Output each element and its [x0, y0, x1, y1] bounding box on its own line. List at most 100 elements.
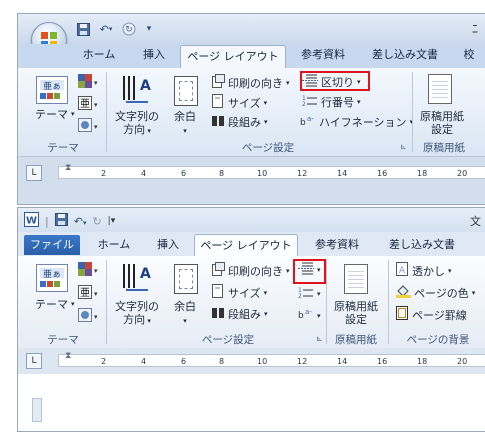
tab-selector[interactable]: L — [26, 165, 42, 181]
tab-insert[interactable]: 挿入 — [130, 44, 178, 66]
orientation-button[interactable]: 印刷の向き ▾ — [212, 74, 290, 91]
tab-home[interactable]: ホーム — [90, 234, 138, 256]
svg-text:亜ぁ: 亜ぁ — [43, 81, 61, 92]
theme-label: テーマ — [35, 108, 68, 121]
theme-colors-icon[interactable]: ▾ — [78, 74, 102, 91]
text-direction-button[interactable]: 文字列の 方向 ▾ — [115, 300, 159, 328]
line-numbers-button[interactable]: 1 2 ▾ — [298, 286, 321, 302]
tab-page-layout[interactable]: ページ レイアウト — [194, 234, 298, 257]
tab-page-layout[interactable]: ページ レイアウト — [180, 45, 286, 68]
group-separator — [106, 260, 107, 344]
watermark-icon: A — [396, 262, 409, 279]
watermark-button[interactable]: A 透かし ▾ — [396, 262, 452, 279]
page-borders-button[interactable]: ページ罫線 — [396, 306, 467, 323]
text-direction-line1: 文字列の — [115, 110, 159, 123]
text-direction-line2: 方向 — [123, 313, 146, 326]
manuscript-button[interactable]: 原稿用紙 設定 — [330, 300, 382, 326]
size-button[interactable]: サイズ ▾ — [212, 284, 267, 301]
ruler-tick: 18 — [417, 357, 428, 366]
margins-button[interactable]: 余白 ▾ — [168, 110, 202, 138]
hyphenation-icon: b a- — [298, 308, 314, 323]
text-direction-button[interactable]: 文字列の 方向 ▾ — [115, 110, 159, 138]
redo-icon[interactable]: ↻ — [92, 215, 101, 228]
ruler-tick: 16 — [377, 357, 388, 366]
word-logo-icon[interactable]: W — [24, 212, 39, 230]
theme-dropdown[interactable]: テーマ ▾ — [35, 106, 75, 122]
ruler-tick: 6 — [181, 169, 187, 178]
tab-review[interactable]: 校 — [454, 44, 484, 66]
ruler-tick: 2 — [101, 169, 107, 178]
hyphenation-button[interactable]: b a- ▾ — [298, 308, 321, 323]
save-icon[interactable] — [54, 213, 68, 229]
svg-text:亜ぁ: 亜ぁ — [43, 269, 61, 280]
size-label: サイズ — [228, 286, 261, 300]
theme-dropdown[interactable]: テーマ ▾ — [35, 296, 75, 312]
size-icon — [212, 284, 225, 301]
customize-qat-icon[interactable]: |▾ — [108, 216, 116, 226]
indent-marker-icon[interactable]: ⧗ — [65, 163, 71, 173]
theme-group-label: テーマ — [47, 334, 79, 346]
undo-icon[interactable]: ↶▾ — [74, 215, 87, 228]
indent-marker-icon[interactable]: ⧗ — [65, 351, 71, 361]
ruler-tick: 8 — [219, 169, 225, 178]
ruler-tick: 4 — [141, 357, 147, 366]
tab-home[interactable]: ホーム — [73, 44, 125, 66]
horizontal-ruler[interactable]: ⧗ 2 4 6 8 10 12 14 16 18 20 — [58, 351, 485, 367]
tab-selector[interactable]: L — [26, 353, 42, 369]
svg-text:▾: ▾ — [94, 101, 98, 109]
margins-button[interactable]: 余白 ▾ — [168, 300, 202, 328]
breaks-highlight — [293, 259, 326, 284]
theme-colors-icon[interactable]: ▾ — [78, 262, 102, 279]
svg-text:▾: ▾ — [94, 267, 98, 275]
ruler-tick: 14 — [337, 357, 348, 366]
customize-qat-icon[interactable]: ▾ — [142, 22, 156, 36]
tab-references[interactable]: 参考資料 — [304, 234, 370, 256]
page-color-button[interactable]: ページの色 ▾ — [396, 284, 475, 301]
theme-fonts-icon[interactable]: 亜 ▾ — [78, 96, 102, 113]
svg-text:2: 2 — [302, 101, 306, 107]
tab-references[interactable]: 参考資料 — [290, 44, 356, 66]
theme-icon: 亜ぁ — [40, 268, 64, 287]
orientation-button[interactable]: 印刷の向き ▾ — [212, 262, 290, 279]
theme-fonts-icon[interactable]: 亜 ▾ — [78, 285, 102, 302]
line-numbers-icon: 12 — [298, 286, 314, 302]
tab-file[interactable]: ファイル — [24, 235, 80, 255]
tab-mailings[interactable]: 差し込み文書 — [364, 44, 446, 66]
manuscript-button[interactable]: 原稿用紙 設定 — [416, 110, 468, 136]
ribbon: 亜ぁ テーマ ▾ ▾ 亜 ▾ ▾ テーマ A 文字列の 方向 ▾ 余白 ▾ 印刷の向き ▾… — [18, 256, 485, 349]
word-2010-window: W | ↶▾ ↻ |▾ 文 ファイル ホーム 挿入 ページ レイアウト 参考資料… — [17, 207, 485, 432]
columns-button[interactable]: 段組み ▾ — [212, 114, 268, 130]
theme-effects-icon[interactable]: ▾ — [78, 118, 102, 135]
manuscript-group-label: 原稿用紙 — [335, 334, 377, 346]
page-setup-group-label: ページ設定 — [241, 142, 295, 154]
size-button[interactable]: サイズ ▾ — [212, 94, 267, 111]
line-numbers-button[interactable]: 1 2 行番号 ▾ — [302, 94, 361, 110]
manuscript-icon — [428, 74, 452, 104]
theme-button[interactable]: 亜ぁ — [36, 76, 68, 104]
dialog-launcher-icon[interactable]: ⊾ — [316, 334, 323, 343]
theme-button[interactable]: 亜ぁ — [36, 264, 68, 292]
svg-text:▾: ▾ — [94, 79, 98, 87]
tab-mailings[interactable]: 差し込み文書 — [380, 234, 464, 256]
document-area[interactable] — [18, 374, 485, 431]
manuscript-icon — [344, 264, 368, 294]
svg-text:亜: 亜 — [80, 99, 90, 110]
dialog-launcher-icon[interactable]: ⊾ — [400, 142, 407, 151]
vertical-ruler[interactable] — [32, 398, 42, 422]
theme-effects-icon[interactable]: ▾ — [78, 308, 102, 325]
svg-text:W: W — [26, 216, 37, 227]
hyphenation-button[interactable]: ba-ハイフネーション▾ — [300, 114, 413, 130]
theme-label: テーマ — [35, 298, 68, 311]
line-numbers-label: 行番号 — [321, 96, 354, 109]
save-icon[interactable] — [76, 22, 90, 36]
text-direction-line1: 文字列の — [115, 300, 159, 313]
page-color-label: ページの色 — [414, 286, 469, 300]
orientation-icon — [212, 74, 225, 91]
columns-button[interactable]: 段組み ▾ — [212, 306, 268, 322]
undo-icon[interactable]: ↶▾ — [96, 22, 116, 36]
ribbon-tabs: ホーム 挿入 ページ レイアウト 参考資料 差し込み文書 校 — [18, 44, 485, 69]
redo-icon[interactable]: ↻ — [122, 22, 136, 36]
watermark-label: 透かし — [412, 264, 445, 278]
horizontal-ruler[interactable]: ⧗ 2 4 6 8 10 12 14 16 18 20 — [58, 163, 485, 179]
tab-insert[interactable]: 挿入 — [144, 234, 192, 256]
